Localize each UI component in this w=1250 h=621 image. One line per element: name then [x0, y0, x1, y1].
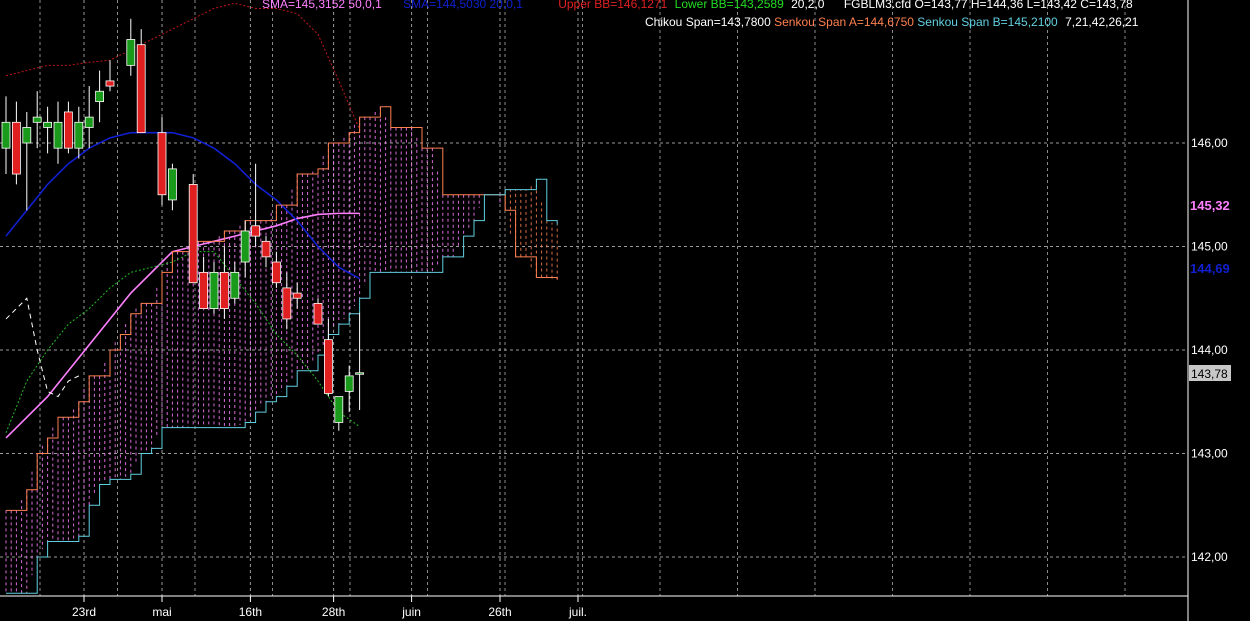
y-tick-label: 143,00 [1191, 447, 1228, 461]
candle [84, 116, 94, 128]
legend-sma50: SMA=145,3152 50,0,1 [262, 0, 382, 11]
y-tick-label: 142,00 [1191, 550, 1228, 564]
candle [188, 183, 198, 284]
sma50-price-tag: 145,32 [1190, 198, 1230, 213]
candle [199, 271, 209, 309]
candle [344, 375, 354, 392]
legend-second-row: Chikou Span=143,7800 Senkou Span A=144,6… [645, 15, 1142, 29]
legend-instrument: FGBLM3.cfd O=143,77 H=144,36 L=143,42 C=… [843, 0, 1133, 11]
close-price-tag: 143,78 [1191, 367, 1228, 381]
candle [251, 225, 261, 237]
legend-chikou: Chikou Span=143,7800 [645, 15, 771, 29]
candle [209, 271, 219, 309]
candle [292, 292, 302, 299]
candle [261, 240, 271, 258]
legend-senkou-a: Senkou Span A=144,6750 [774, 15, 914, 29]
legend-lower-bb: Lower BB=143,2589 [674, 0, 784, 11]
candle [74, 121, 84, 149]
x-tick-label: 28th [322, 605, 345, 619]
candle [334, 396, 344, 423]
y-tick-label: 146,00 [1191, 136, 1228, 150]
candle [32, 116, 42, 123]
ichimoku-chart[interactable]: 146,00 145,00 144,00 143,00 142,00 23rd mai 16t… [0, 0, 1250, 621]
candle [219, 271, 229, 309]
x-tick-label: 23rd [72, 605, 96, 619]
candle [230, 271, 240, 299]
candle [53, 121, 63, 149]
candle [11, 121, 21, 175]
candle [105, 80, 115, 87]
y-tick-label: 145,00 [1191, 240, 1228, 254]
candle [1, 121, 11, 149]
candle [136, 44, 146, 134]
candle [271, 261, 281, 284]
candle [22, 127, 32, 144]
legend-bb-params: 20,2,0 [791, 0, 825, 11]
sma20-price-tag: 144,69 [1190, 261, 1230, 276]
legend-upper-bb: Upper BB=146,1271 [558, 0, 668, 11]
candle [126, 39, 136, 66]
candle [282, 287, 292, 320]
candle [240, 230, 250, 263]
candle [157, 132, 167, 196]
candle [95, 90, 104, 102]
legend-senkou-b: Senkou Span B=145,2100 [917, 15, 1058, 29]
x-tick-label: mai [152, 605, 171, 619]
candle [323, 339, 333, 394]
chart-background [0, 0, 1250, 621]
candle [167, 168, 177, 201]
candle [64, 111, 73, 149]
legend-ichimoku-params: 7,21,42,26,21 [1065, 15, 1139, 29]
legend-top-row: SMA=145,3152 50,0,1 SMA=144,5030 20,0,1 … [262, 0, 1137, 11]
x-tick-label: 16th [239, 605, 262, 619]
x-tick-label: juin [401, 605, 421, 619]
legend-sma20: SMA=144,5030 20,0,1 [403, 0, 523, 11]
candle [43, 121, 52, 128]
x-tick-label: 26th [488, 605, 511, 619]
y-tick-label: 144,00 [1191, 343, 1228, 357]
candle [355, 372, 365, 375]
candle [313, 303, 323, 325]
x-tick-label: juil. [568, 605, 587, 619]
